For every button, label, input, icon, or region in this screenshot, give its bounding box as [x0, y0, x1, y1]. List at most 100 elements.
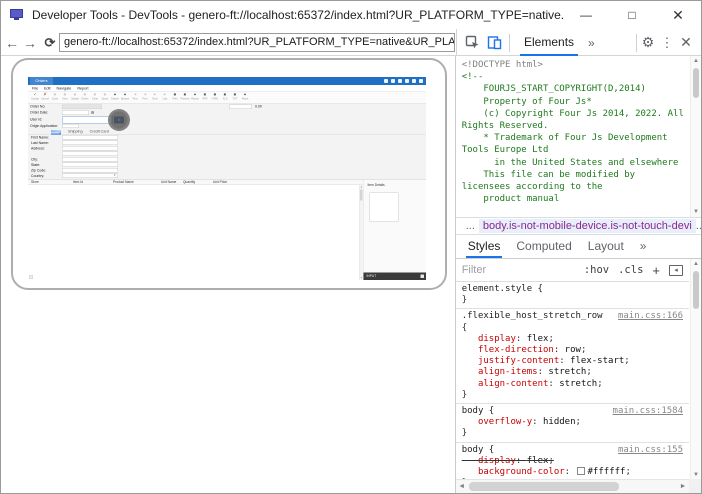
css-property[interactable]: flex-direction: row; [462, 345, 683, 356]
stylesheet-link[interactable]: main.css:155 [618, 445, 683, 456]
toolbar-pdf-button[interactable]: ■ PDF [200, 92, 210, 104]
dom-tree-line[interactable]: * Trademark of Four Js Development [462, 132, 701, 144]
app-titlebar-icon[interactable] [405, 79, 409, 83]
url-field[interactable]: genero-ft://localhost:65372/index.html?U… [59, 33, 455, 52]
app-menu-report[interactable]: Report [77, 85, 88, 91]
app-menu-file[interactable]: File [32, 85, 38, 91]
css-rule[interactable]: .flexible_host_stretch_row main.css:166{ … [455, 309, 689, 405]
color-swatch[interactable] [576, 467, 585, 476]
column-header[interactable]: Unit Price [213, 180, 227, 186]
app-titlebar-icon[interactable] [384, 79, 388, 83]
toolbar-browse-button[interactable]: ● Browse [120, 92, 130, 104]
dom-tree-line[interactable]: product manual [462, 193, 701, 205]
dom-tree-line[interactable]: Tools Europe Ltd [462, 144, 701, 156]
billing-field[interactable] [62, 173, 118, 178]
elements-scrollbar[interactable]: ▲ ▼ [690, 56, 701, 217]
toolbar-cancel-button[interactable]: ✗ Cancel [40, 92, 50, 104]
stylesheet-link[interactable]: main.css:1584 [613, 406, 683, 417]
elements-tree-pane[interactable]: <!DOCTYPE html> <!-- FOURJS_START_COPYRIG… [456, 56, 701, 217]
filter-input[interactable]: Filter [462, 264, 486, 276]
toolbar-txt-button[interactable]: ■ TXT [230, 92, 240, 104]
column-header[interactable]: Unit Name [161, 180, 176, 186]
app-tab-shipping[interactable]: Shipping [68, 129, 83, 135]
styles-h-scrollbar[interactable]: ◄ ► [455, 479, 689, 493]
tab-layout[interactable]: Layout [580, 235, 632, 258]
billing-field[interactable] [62, 135, 118, 140]
tab-computed[interactable]: Computed [508, 235, 579, 258]
css-rule[interactable]: body {main.css:1584 overflow-y: hidden;} [455, 404, 689, 443]
dom-tree-line[interactable]: Property of Four Js* [462, 96, 701, 108]
breadcrumb-overflow[interactable]: ... [696, 220, 701, 232]
billing-field[interactable] [62, 162, 118, 167]
origin-app-field[interactable] [62, 124, 79, 128]
css-property[interactable]: align-items: stretch; [462, 367, 683, 378]
styles-pane[interactable]: element.style {} .flexible_host_stretch_r… [455, 282, 689, 479]
maximize-button[interactable]: □ [609, 1, 655, 29]
app-titlebar-icon[interactable] [412, 79, 416, 83]
app-window-tab[interactable]: Orders [30, 77, 53, 85]
app-tab-credit-card[interactable]: Credit Card [90, 129, 109, 135]
country-dropdown-icon[interactable]: ▾ [114, 174, 116, 177]
css-property[interactable]: display: flex; [462, 334, 683, 345]
dom-tree-line[interactable]: licensees according to the [462, 181, 701, 193]
app-titlebar-icon[interactable] [391, 79, 395, 83]
devtools-close-icon[interactable]: ✕ [675, 29, 697, 56]
breadcrumb-selected-node[interactable]: body.is-not-mobile-device.is-not-touch-d… [478, 219, 696, 233]
toolbar-print-button[interactable]: ■ Print [170, 92, 180, 104]
calendar-icon[interactable]: ▦ [91, 111, 94, 115]
toolbar-search-button[interactable]: ● Search [110, 92, 120, 104]
device-toolbar-icon[interactable] [483, 29, 505, 56]
toolbar-about-button[interactable]: ● About [240, 92, 250, 104]
sidebar-toggle-icon[interactable]: ◂ [669, 264, 683, 276]
billing-field[interactable] [62, 146, 118, 151]
dom-tree-line[interactable]: (c) Copyright Four Js 2014, 2022. All [462, 108, 701, 120]
column-header[interactable]: Product Name [113, 180, 134, 186]
breadcrumb-collapsed[interactable]: ... [462, 220, 479, 232]
dom-tree-line[interactable]: Rights Reserved. [462, 120, 701, 132]
more-tabs-chevron[interactable]: » [584, 36, 599, 50]
toolbar-xls-button[interactable]: ■ XLS [220, 92, 230, 104]
billing-field[interactable] [62, 140, 118, 145]
forward-icon[interactable]: → [21, 29, 39, 56]
column-header[interactable]: Item Id [73, 180, 83, 186]
table-add-icon[interactable] [29, 275, 33, 279]
toggle-class[interactable]: .cls [618, 264, 643, 276]
tab-more[interactable]: » [632, 235, 655, 258]
app-tab-billing[interactable]: Billing [51, 129, 62, 135]
css-property[interactable]: overflow-y: hidden; [462, 417, 683, 428]
css-rule[interactable]: body {main.css:155 display: flex; backgr… [456, 443, 689, 479]
close-button[interactable]: ✕ [655, 1, 701, 29]
app-menu-edit[interactable]: Edit [44, 85, 50, 91]
toggle-hover-state[interactable]: :hov [584, 264, 609, 276]
css-property[interactable]: background-color: #ffffff; [462, 467, 683, 478]
dom-tree-line[interactable]: in the United States and elsewhere [462, 157, 701, 169]
tab-elements[interactable]: Elements [514, 29, 584, 56]
kebab-menu-icon[interactable]: ⋮ [659, 29, 675, 56]
back-icon[interactable]: ← [3, 29, 21, 56]
dom-tree-line[interactable]: This file can be modified by [462, 169, 701, 181]
toolbar-accept-button[interactable]: ✓ Accept [30, 92, 40, 104]
billing-field[interactable] [62, 151, 118, 156]
app-titlebar-icon[interactable] [398, 79, 402, 83]
reload-icon[interactable]: ⟳ [41, 29, 59, 56]
css-property[interactable]: justify-content: flex-start; [462, 356, 683, 367]
billing-field[interactable] [62, 157, 118, 162]
app-titlebar-icon[interactable] [419, 79, 423, 83]
dom-tree-line[interactable]: <!-- [462, 71, 701, 83]
inspect-element-icon[interactable] [461, 29, 483, 56]
column-header[interactable]: Quantity [183, 180, 195, 186]
column-header[interactable]: Store [31, 180, 39, 186]
new-style-rule-button[interactable]: + [652, 263, 660, 278]
styles-scrollbar[interactable]: ▲ ▼ [690, 259, 701, 480]
user-id-field[interactable] [62, 116, 113, 124]
order-date-field[interactable] [62, 110, 89, 115]
css-rule[interactable]: element.style {} [455, 282, 689, 310]
css-property[interactable]: align-content: stretch; [462, 379, 683, 390]
minimize-button[interactable]: — [563, 1, 609, 29]
stylesheet-link[interactable]: main.css:166 [618, 311, 683, 322]
tab-styles[interactable]: Styles [460, 235, 509, 258]
toolbar-html-button[interactable]: ■ HTML [210, 92, 220, 104]
toolbar-report-button[interactable]: ● Report [190, 92, 200, 104]
settings-gear-icon[interactable]: ⚙ [637, 29, 659, 56]
dom-tree-line[interactable]: FOURJS_START_COPYRIGHT(D,2014) [462, 83, 701, 95]
